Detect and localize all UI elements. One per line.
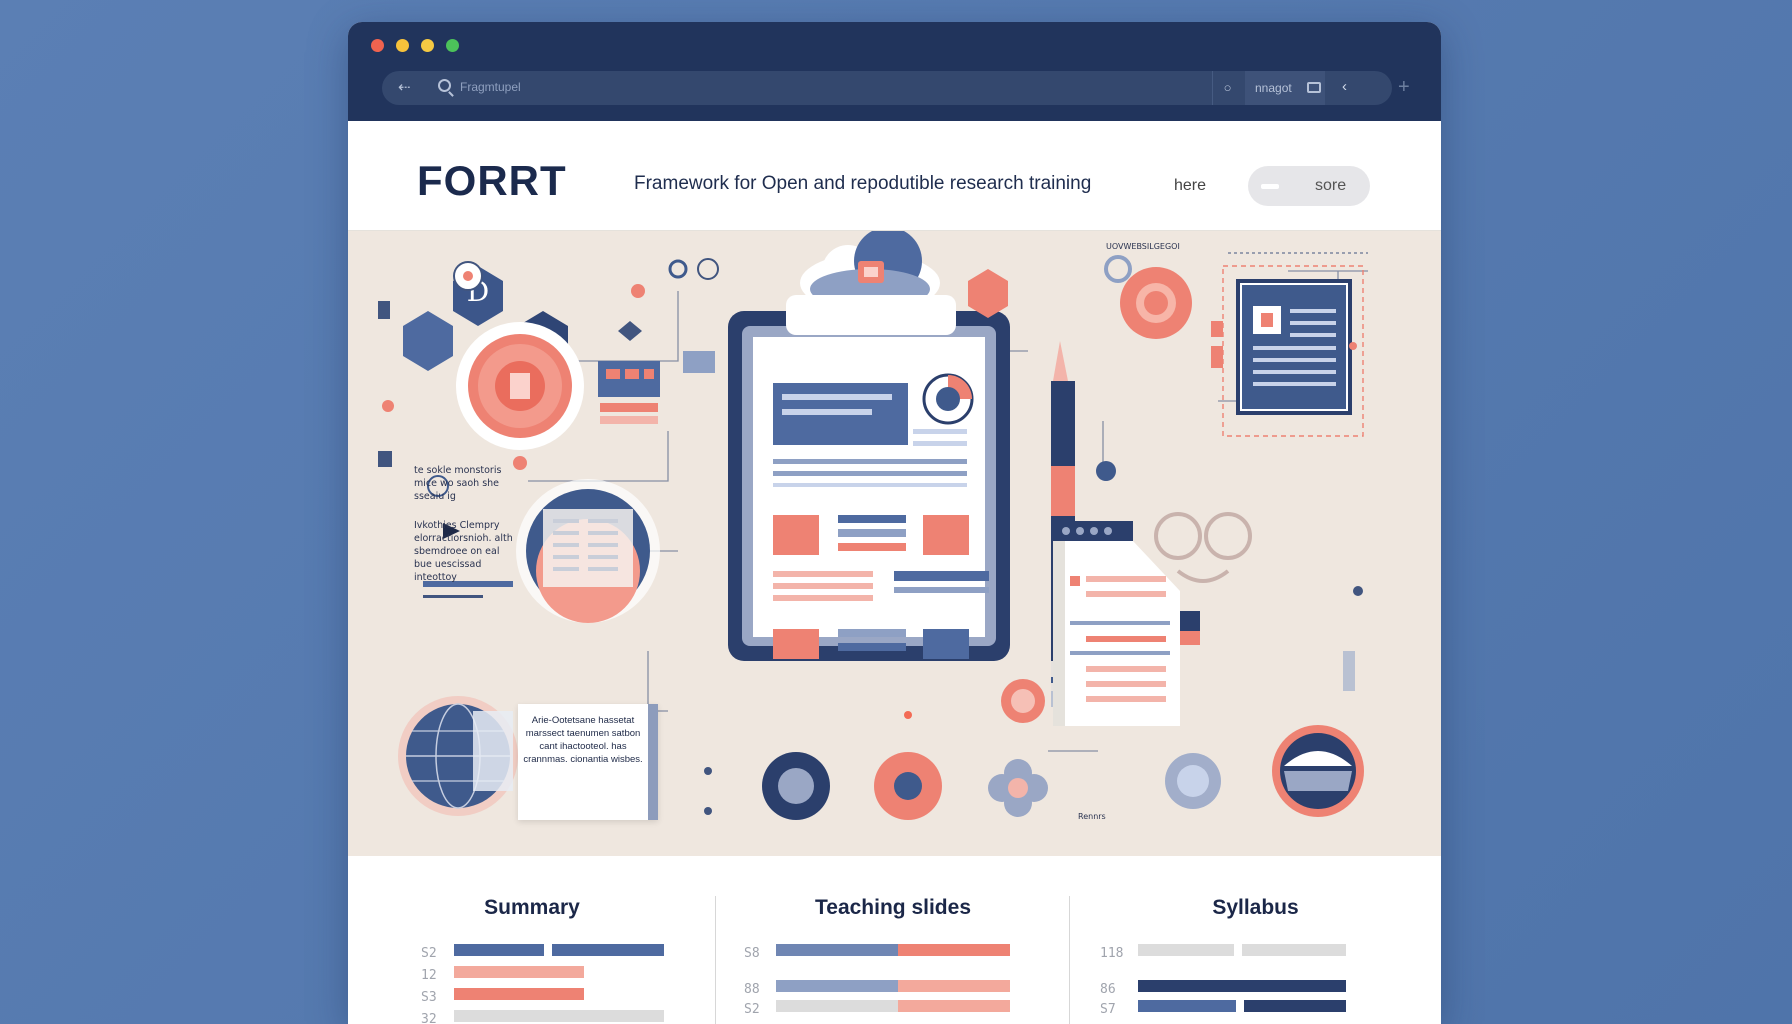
summary-num-4: 32 [421, 1012, 437, 1024]
summary-card[interactable]: Summary S2 12 S3 32 [348, 856, 716, 1024]
chevron-left-icon[interactable]: ‹ [1342, 78, 1347, 95]
summary-title: Summary [484, 896, 580, 919]
gear-badge [456, 322, 584, 470]
back-arrow-icon[interactable]: ⇠ [398, 78, 411, 96]
extension-label: nnagot [1255, 81, 1292, 95]
nav-toggle-button[interactable]: sore [1248, 166, 1370, 206]
slides-bar-3b [898, 1000, 1010, 1012]
summary-bar-4 [454, 1010, 664, 1022]
syllabus-bar-1b [1242, 944, 1346, 956]
summary-num-2: 12 [421, 968, 437, 983]
nav-link-here[interactable]: here [1174, 177, 1206, 195]
tablet-device [728, 295, 1045, 723]
globe [398, 696, 518, 816]
syllabus-bar-2 [1138, 980, 1346, 992]
address-bar[interactable]: ⇠ Fragmtupel ○ nnagot ‹ [382, 71, 1392, 105]
slides-bar-2b [898, 980, 1010, 992]
plus-icon[interactable]: + [1398, 76, 1410, 99]
flower-icon [988, 759, 1048, 817]
teaching-slides-card[interactable]: Teaching slides S8 88 S2 [716, 856, 1070, 1024]
summary-bar-1b [552, 944, 664, 956]
info-icon[interactable]: ○ [1212, 71, 1242, 105]
syllabus-num-3: S7 [1100, 1002, 1116, 1017]
app-panel [598, 321, 660, 424]
syllabus-title: Syllabus [1212, 896, 1299, 919]
slides-bar-1a [776, 944, 898, 956]
close-window-button[interactable] [371, 39, 384, 52]
maximize-window-button[interactable] [421, 39, 434, 52]
hero-caption-2: Ivkothies Clempry elorractiorsnioh. alth… [414, 520, 513, 583]
syllabus-card[interactable]: Syllabus 118 86 S7 [1070, 856, 1441, 1024]
tabs-icon[interactable] [1307, 82, 1321, 93]
slides-num-1: S8 [744, 946, 760, 961]
glasses-icon [1154, 512, 1252, 583]
note-card-text: Arie-Ootetsane hassetat marssect taenume… [523, 715, 643, 765]
slides-bar-2a [776, 980, 898, 992]
summary-bar-1a [454, 944, 544, 956]
note-card: Arie-Ootetsane hassetat marssect taenume… [518, 704, 658, 820]
syllabus-bar-3b [1244, 1000, 1346, 1012]
teaching-slides-title: Teaching slides [815, 896, 971, 919]
hero-footnote: Rennrs [1078, 812, 1106, 821]
search-icon [438, 79, 451, 92]
fullscreen-window-button[interactable] [446, 39, 459, 52]
summary-num-1: S2 [421, 946, 437, 961]
nav-button-label: sore [1315, 177, 1347, 194]
site-header: FORRT Framework for Open and repodutible… [348, 121, 1441, 231]
summary-section: Summary S2 12 S3 32 Teaching slides S8 8… [348, 856, 1441, 1024]
minimize-window-button[interactable] [396, 39, 409, 52]
syllabus-num-2: 86 [1100, 982, 1116, 997]
toggle-knob [1261, 184, 1279, 189]
slides-num-3: S2 [744, 1002, 760, 1017]
summary-bar-3 [454, 988, 584, 1000]
hero-caption-1: te sokle monstoris mice wo saoh she ssea… [414, 465, 502, 502]
document-panel [1236, 279, 1352, 415]
browser-chrome: ⇠ Fragmtupel ○ nnagot ‹ + [348, 22, 1441, 121]
url-text[interactable]: Fragmtupel [460, 80, 521, 94]
summary-bar-2 [454, 966, 584, 978]
slides-bar-3a [776, 1000, 898, 1012]
syllabus-bar-1a [1138, 944, 1234, 956]
hero-illustration: D UOVWEBSILGEGOI Rennrs te sokle monstor… [348, 231, 1441, 856]
syllabus-bar-3a [1138, 1000, 1236, 1012]
site-logo[interactable]: FORRT [417, 157, 567, 205]
document-circle [516, 479, 660, 623]
dome-badge [1272, 725, 1364, 817]
syllabus-num-1: 118 [1100, 946, 1124, 961]
summary-num-3: S3 [421, 990, 437, 1005]
slides-bar-1b [898, 944, 1010, 956]
hero-right-heading: UOVWEBSILGEGOI [1106, 242, 1180, 251]
browser-window: ⇠ Fragmtupel ○ nnagot ‹ + FORRT Framewor… [348, 22, 1441, 1024]
site-tagline: Framework for Open and repodutible resea… [634, 173, 1092, 194]
slides-num-2: 88 [744, 982, 760, 997]
